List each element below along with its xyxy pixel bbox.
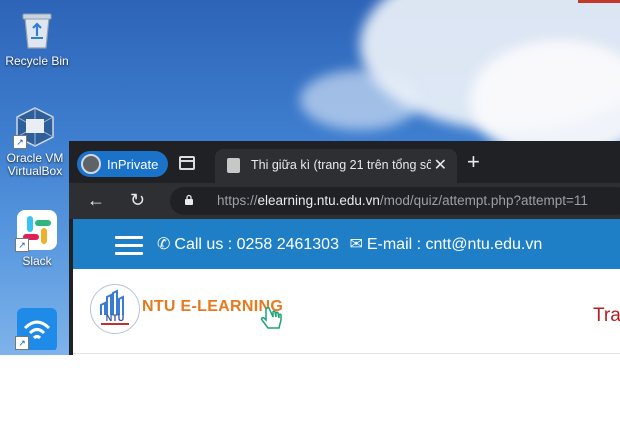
address-bar[interactable]: https://elearning.ntu.edu.vn/mod/quiz/at…: [170, 187, 620, 215]
desktop-icon-label: Oracle VM VirtualBox: [6, 151, 64, 178]
back-arrow-icon[interactable]: ←: [87, 190, 105, 210]
desktop-icon-recycle-bin[interactable]: Recycle Bin: [5, 8, 69, 68]
url-scheme: https://: [217, 193, 258, 208]
desktop-icon-slack[interactable]: ↗ Slack: [5, 208, 69, 268]
wifi-app-icon: ↗: [15, 306, 59, 352]
shortcut-arrow-icon: ↗: [15, 336, 29, 350]
menu-icon[interactable]: [115, 236, 143, 255]
page-favicon-icon: [227, 158, 240, 173]
url-host: elearning.ntu.edu.vn: [257, 193, 380, 208]
site-header: NTU NTU E-LEARNING Tra: [73, 269, 620, 354]
phone-icon: ✆: [157, 236, 171, 253]
ntu-logo[interactable]: NTU: [90, 284, 140, 334]
profile-avatar: [81, 154, 101, 174]
logo-abbr: NTU: [106, 313, 125, 323]
desktop-icon-label: Slack: [22, 254, 52, 268]
shortcut-arrow-icon: ↗: [15, 238, 29, 252]
tab-strip: InPrivate Thi giữa kì (trang 21 trên tổn…: [69, 141, 620, 183]
hand-pointer-icon: [260, 307, 282, 329]
inprivate-label: InPrivate: [107, 156, 159, 172]
browser-toolbar: ← ↻ https://elearning.ntu.edu.vn/mod/qui…: [69, 183, 620, 219]
contact-info: ✆ Call us : 0258 2461303 ✉ E-mail : cntt@n…: [157, 234, 542, 254]
lock-icon: [185, 194, 193, 205]
url-text: https://elearning.ntu.edu.vn/mod/quiz/at…: [217, 193, 588, 208]
virtualbox-icon: ↗: [13, 105, 57, 149]
desktop-icon-virtualbox[interactable]: ↗ Oracle VM VirtualBox: [3, 105, 67, 178]
window-edge: [578, 0, 620, 3]
cloud: [300, 70, 420, 130]
tab-actions-icon[interactable]: [179, 156, 195, 170]
desktop-icon-wifi-app[interactable]: ↗: [5, 306, 69, 353]
tab-active[interactable]: Thi giữa kì (trang 21 trên tổng số ✕: [215, 149, 457, 183]
header-right-text: Tra: [593, 305, 620, 326]
tab-title: Thi giữa kì (trang 21 trên tổng số: [251, 158, 431, 172]
email-text[interactable]: E-mail : cntt@ntu.edu.vn: [367, 236, 542, 253]
url-path: /mod/quiz/attempt.php?attempt=11: [379, 193, 588, 208]
new-tab-button[interactable]: +: [467, 151, 480, 173]
shortcut-arrow-icon: ↗: [13, 135, 27, 149]
envelope-icon: ✉: [349, 236, 363, 253]
refresh-icon[interactable]: ↻: [130, 190, 145, 210]
site-topbar: ✆ Call us : 0258 2461303 ✉ E-mail : cntt@n…: [73, 219, 620, 269]
browser-window: InPrivate Thi giữa kì (trang 21 trên tổn…: [69, 141, 620, 355]
desktop-icon-label: Recycle Bin: [5, 54, 69, 68]
inprivate-badge[interactable]: InPrivate: [77, 151, 169, 177]
slack-icon: ↗: [15, 208, 59, 252]
recycle-bin-icon: [15, 8, 59, 52]
close-icon[interactable]: ✕: [434, 155, 447, 175]
web-page: ✆ Call us : 0258 2461303 ✉ E-mail : cntt@n…: [73, 219, 620, 355]
phone-text: Call us : 0258 2461303: [174, 236, 339, 253]
